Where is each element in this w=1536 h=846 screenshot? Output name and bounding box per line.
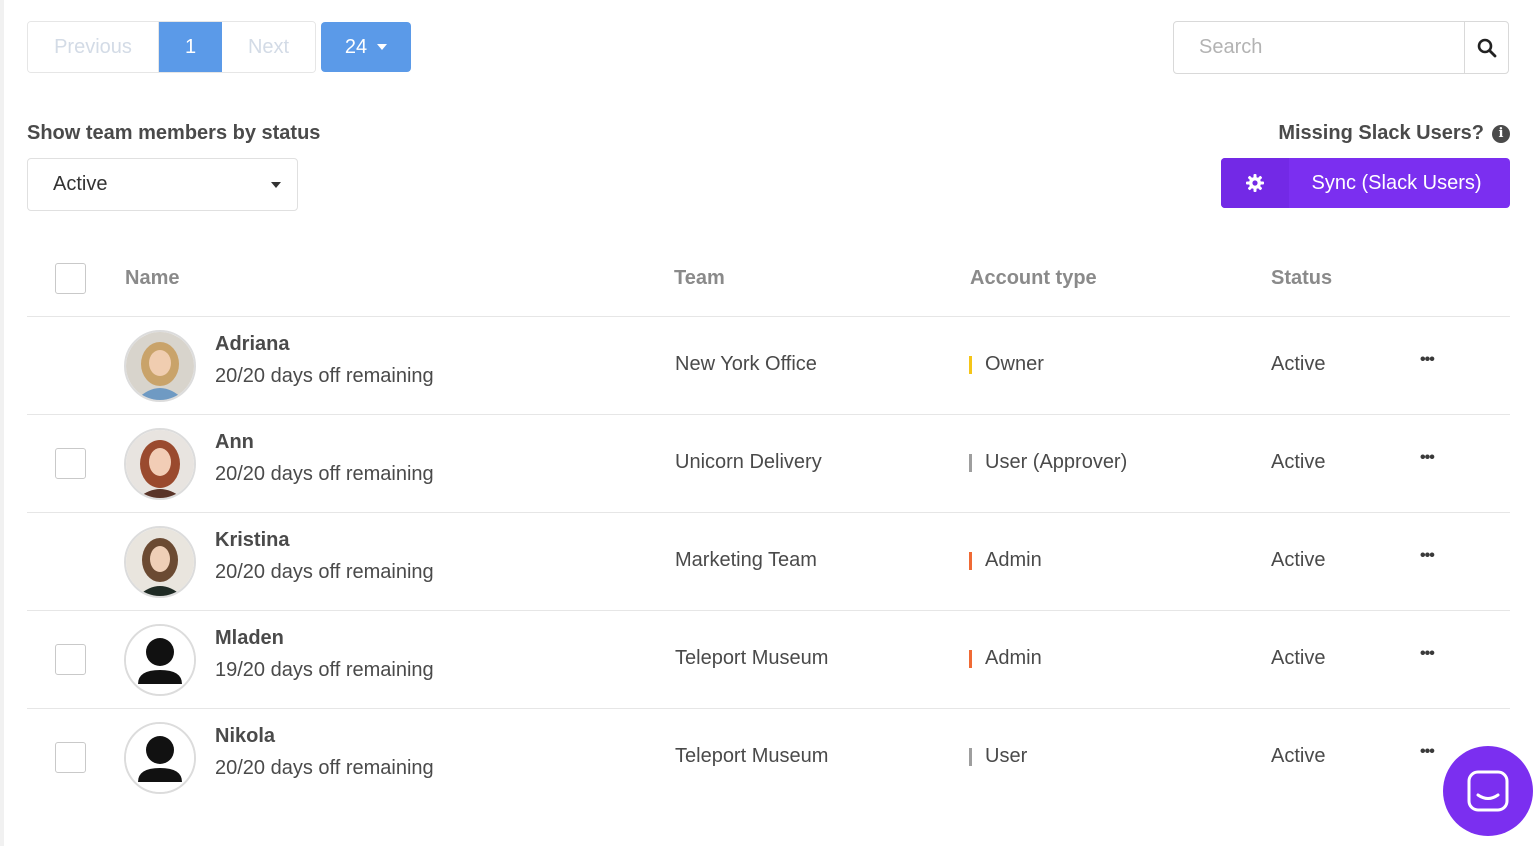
- column-header-status[interactable]: Status: [1271, 267, 1332, 290]
- days-off-remaining: 20/20 days off remaining: [215, 365, 434, 387]
- missing-slack-users-label: Missing Slack Users?: [1278, 122, 1484, 144]
- row-checkbox[interactable]: [55, 742, 86, 773]
- account-type: User: [969, 745, 1027, 768]
- search-button[interactable]: [1464, 22, 1508, 73]
- account-type: Admin: [969, 647, 1042, 670]
- chat-icon: [1467, 770, 1509, 812]
- account-type-indicator: [969, 747, 972, 766]
- pagination: Previous 1 Next: [27, 21, 316, 73]
- account-type-indicator: [969, 355, 972, 374]
- column-header-team[interactable]: Team: [674, 267, 725, 290]
- member-team: Unicorn Delivery: [675, 451, 822, 473]
- member-name[interactable]: Kristina: [215, 529, 289, 552]
- search-box: [1173, 21, 1509, 74]
- search-icon: [1477, 38, 1496, 57]
- avatar: [124, 428, 196, 500]
- more-options-icon[interactable]: •••: [1420, 547, 1435, 565]
- member-status: Active: [1271, 451, 1326, 473]
- status-filter-select[interactable]: Active: [27, 158, 298, 211]
- member-team: Teleport Museum: [675, 647, 829, 669]
- avatar: [124, 624, 196, 696]
- avatar: [124, 722, 196, 794]
- table-header: Name Team Account type Status: [27, 240, 1510, 317]
- status-filter-value: Active: [53, 173, 108, 195]
- missing-slack-users: Missing Slack Users? i: [1278, 122, 1510, 145]
- column-header-name[interactable]: Name: [125, 267, 179, 290]
- table-row: Adriana 20/20 days off remaining New Yor…: [27, 317, 1510, 415]
- member-team: Marketing Team: [675, 549, 817, 571]
- account-type: Admin: [969, 549, 1042, 572]
- avatar: [124, 526, 196, 598]
- member-status: Active: [1271, 745, 1326, 767]
- sync-slack-users-button[interactable]: Sync (Slack Users): [1221, 158, 1510, 208]
- more-options-icon[interactable]: •••: [1420, 449, 1435, 467]
- chat-launcher-button[interactable]: [1443, 746, 1533, 836]
- chevron-down-icon: [377, 44, 388, 50]
- column-header-account-type[interactable]: Account type: [970, 267, 1097, 290]
- previous-page-button[interactable]: Previous: [28, 22, 159, 72]
- sync-slack-users-label: Sync (Slack Users): [1311, 171, 1482, 194]
- member-status: Active: [1271, 549, 1326, 571]
- member-team: Teleport Museum: [675, 745, 829, 767]
- member-status: Active: [1271, 647, 1326, 669]
- account-type-label: Admin: [985, 549, 1042, 571]
- member-name[interactable]: Mladen: [215, 627, 284, 650]
- page-1-button[interactable]: 1: [159, 22, 222, 72]
- account-type-indicator: [969, 649, 972, 668]
- table-row: Nikola 20/20 days off remaining Teleport…: [27, 709, 1510, 807]
- table-row: Kristina 20/20 days off remaining Market…: [27, 513, 1510, 611]
- select-all-checkbox[interactable]: [55, 263, 86, 294]
- account-type: Owner: [969, 353, 1044, 376]
- more-options-icon[interactable]: •••: [1420, 743, 1435, 761]
- member-status: Active: [1271, 353, 1326, 375]
- next-page-button[interactable]: Next: [222, 22, 315, 72]
- member-name[interactable]: Ann: [215, 431, 254, 454]
- account-type-indicator: [969, 453, 972, 472]
- days-off-remaining: 20/20 days off remaining: [215, 561, 434, 583]
- days-off-remaining: 19/20 days off remaining: [215, 659, 434, 681]
- gear-icon: [1221, 158, 1289, 208]
- info-icon[interactable]: i: [1492, 124, 1510, 143]
- member-team: New York Office: [675, 353, 817, 375]
- page-left-edge: [0, 0, 4, 846]
- more-options-icon[interactable]: •••: [1420, 351, 1435, 369]
- per-page-dropdown[interactable]: 24: [321, 22, 411, 72]
- more-options-icon[interactable]: •••: [1420, 645, 1435, 663]
- status-filter-label: Show team members by status: [27, 122, 321, 144]
- table-row: Mladen 19/20 days off remaining Teleport…: [27, 611, 1510, 709]
- per-page-value: 24: [344, 35, 368, 58]
- chevron-down-icon: [271, 181, 281, 188]
- account-type-label: User (Approver): [985, 451, 1128, 473]
- account-type-label: User: [985, 745, 1028, 767]
- member-name[interactable]: Adriana: [215, 333, 289, 356]
- avatar: [124, 330, 196, 402]
- account-type-label: Owner: [985, 353, 1044, 375]
- member-name[interactable]: Nikola: [215, 725, 275, 748]
- account-type: User (Approver): [969, 451, 1127, 474]
- row-checkbox[interactable]: [55, 448, 86, 479]
- days-off-remaining: 20/20 days off remaining: [215, 757, 434, 779]
- account-type-indicator: [969, 551, 972, 570]
- account-type-label: Admin: [985, 647, 1042, 669]
- days-off-remaining: 20/20 days off remaining: [215, 463, 434, 485]
- row-checkbox[interactable]: [55, 644, 86, 675]
- table-row: Ann 20/20 days off remaining Unicorn Del…: [27, 415, 1510, 513]
- search-input[interactable]: [1174, 22, 1464, 73]
